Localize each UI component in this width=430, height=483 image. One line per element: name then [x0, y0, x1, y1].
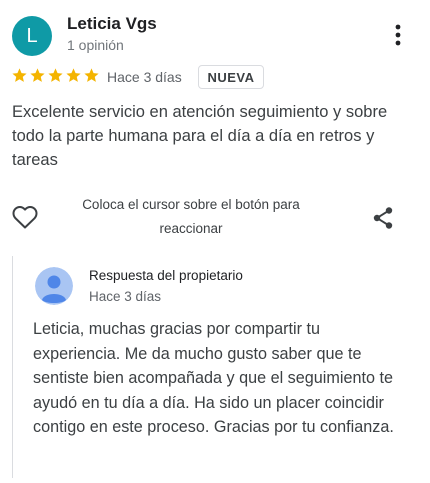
share-icon[interactable]	[372, 206, 394, 230]
reviewer-avatar[interactable]: L	[12, 16, 52, 56]
star-icon	[84, 68, 99, 82]
reviewer-name[interactable]: Leticia Vgs	[67, 14, 157, 34]
star-icon	[66, 68, 81, 82]
heart-icon[interactable]	[11, 204, 39, 230]
star-icon	[48, 68, 63, 82]
review-text: Excelente servicio en atención seguimien…	[12, 103, 388, 169]
star-icon	[30, 68, 45, 82]
owner-reply-text: Leticia, muchas gracias por compartir tu…	[33, 320, 394, 437]
more-vert-icon[interactable]	[390, 22, 406, 48]
star-icon	[12, 68, 27, 82]
review-date: Hace 3 días	[107, 69, 182, 85]
reply-divider	[12, 256, 13, 478]
react-hint: Coloca el cursor sobre el botón para rea…	[82, 197, 300, 236]
owner-reply-label: Respuesta del propietario	[89, 268, 243, 283]
star-rating	[11, 67, 100, 84]
owner-avatar-icon	[35, 267, 73, 305]
owner-reply-date: Hace 3 días	[89, 289, 162, 304]
reviewer-review-count: 1 opinión	[67, 37, 124, 53]
new-badge: NUEVA	[198, 65, 264, 89]
